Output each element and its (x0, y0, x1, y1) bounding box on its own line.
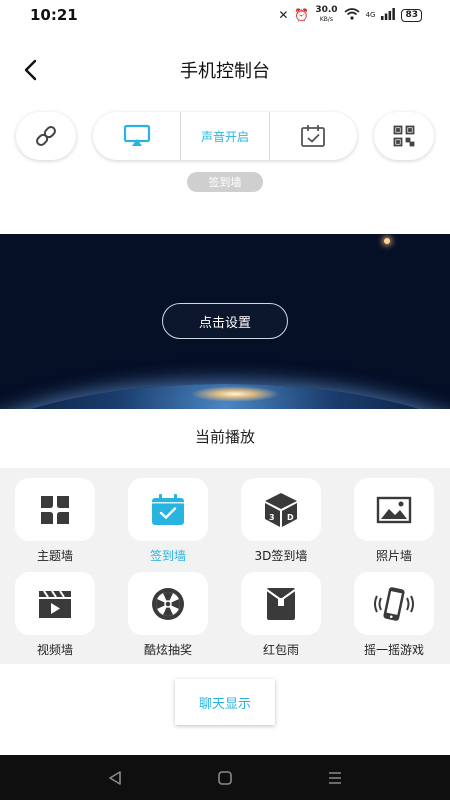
svg-text:3: 3 (269, 513, 275, 522)
grid-card (15, 572, 95, 635)
home-square-icon (218, 770, 232, 785)
grid-label: 红包雨 (262, 643, 299, 657)
svg-text:D: D (287, 513, 294, 522)
star-glow (384, 238, 390, 244)
theme-grid-icon (41, 495, 69, 524)
signal-label: 4G (365, 11, 376, 19)
now-playing-label: 当前播放 (194, 428, 255, 446)
red-envelope-icon (266, 587, 296, 620)
alarm-icon: ⏰ (294, 8, 310, 22)
grid-card (15, 478, 95, 541)
control-group: 声音开启 (93, 112, 357, 160)
system-nav-bar (0, 755, 450, 800)
header: 手机控制台 (0, 40, 450, 100)
grid-item-shake-game[interactable]: 摇一摇游戏 (344, 564, 444, 658)
status-time: 10:21 (30, 6, 78, 24)
screen-cast-icon (123, 124, 150, 146)
back-button[interactable] (14, 52, 46, 88)
grid-label: 3D签到墙 (254, 549, 308, 563)
back-triangle-icon (109, 770, 121, 785)
nav-back-button[interactable] (95, 763, 135, 793)
grid-label: 摇一摇游戏 (363, 643, 424, 657)
chevron-left-icon (24, 59, 37, 81)
grid-card (128, 572, 208, 635)
video-clapper-icon (39, 589, 71, 618)
grid-item-theme-wall[interactable]: 主题墙 (5, 470, 105, 564)
status-icons: ✕ ⏰ 30.0 KB/s 4G 83 (278, 6, 422, 24)
banner-settings-button[interactable]: 点击设置 (162, 303, 288, 339)
nav-home-button[interactable] (205, 763, 245, 793)
net-speed-value: 30.0 (315, 5, 338, 15)
grid-item-3d-checkin-wall[interactable]: 3 D 3D签到墙 (231, 470, 331, 564)
battery-indicator: 83 (401, 8, 422, 22)
sunrise-glow (190, 386, 280, 402)
sound-toggle[interactable]: 声音开启 (180, 112, 268, 160)
grid-item-red-envelope-rain[interactable]: 红包雨 (231, 564, 331, 658)
shake-phone-icon (374, 586, 414, 621)
link-button[interactable] (16, 112, 76, 160)
photo-icon (376, 496, 412, 523)
grid-card: 3 D (241, 478, 321, 541)
grid-label: 视频墙 (36, 643, 73, 657)
banner-image: 点击设置 (0, 234, 450, 409)
page-title: 手机控制台 (180, 61, 270, 82)
vibrate-icon: ✕ (278, 8, 289, 22)
status-bar: 10:21 ✕ ⏰ 30.0 KB/s 4G 83 (0, 0, 450, 30)
signal-icon (381, 7, 396, 23)
wifi-icon (344, 7, 360, 23)
mode-badge: 签到墙 (187, 172, 263, 192)
grid-label: 照片墙 (375, 549, 412, 563)
checkin-button[interactable] (268, 112, 357, 160)
grid-item-video-wall[interactable]: 视频墙 (5, 564, 105, 658)
mode-grid: 主题墙 签到墙 3 D 3D签到墙 照片墙 视频墙 酷炫抽奖 红包雨 摇一摇游戏 (0, 468, 450, 664)
nav-menu-button[interactable] (315, 763, 355, 793)
grid-item-lottery[interactable]: 酷炫抽奖 (118, 564, 218, 658)
screen-cast-button[interactable] (93, 112, 180, 160)
grid-label: 主题墙 (36, 549, 73, 563)
grid-item-checkin-wall[interactable]: 签到墙 (118, 470, 218, 564)
grid-card (128, 478, 208, 541)
link-icon (36, 126, 56, 146)
menu-lines-icon (329, 771, 341, 784)
grid-card (354, 478, 434, 541)
cube-3d-icon: 3 D (265, 492, 297, 527)
chat-display-button[interactable]: 聊天显示 (175, 679, 275, 725)
grid-label: 签到墙 (149, 549, 186, 563)
grid-card (354, 572, 434, 635)
net-speed-unit: KB/s (319, 16, 334, 23)
net-speed: 30.0 KB/s (315, 6, 337, 24)
lottery-wheel-icon (152, 587, 184, 620)
qr-code-icon (393, 125, 415, 147)
grid-item-photo-wall[interactable]: 照片墙 (344, 470, 444, 564)
qr-code-button[interactable] (374, 112, 434, 160)
calendar-check-icon (301, 125, 326, 147)
grid-card (241, 572, 321, 635)
checkin-calendar-icon (152, 493, 184, 525)
grid-label: 酷炫抽奖 (143, 643, 192, 657)
